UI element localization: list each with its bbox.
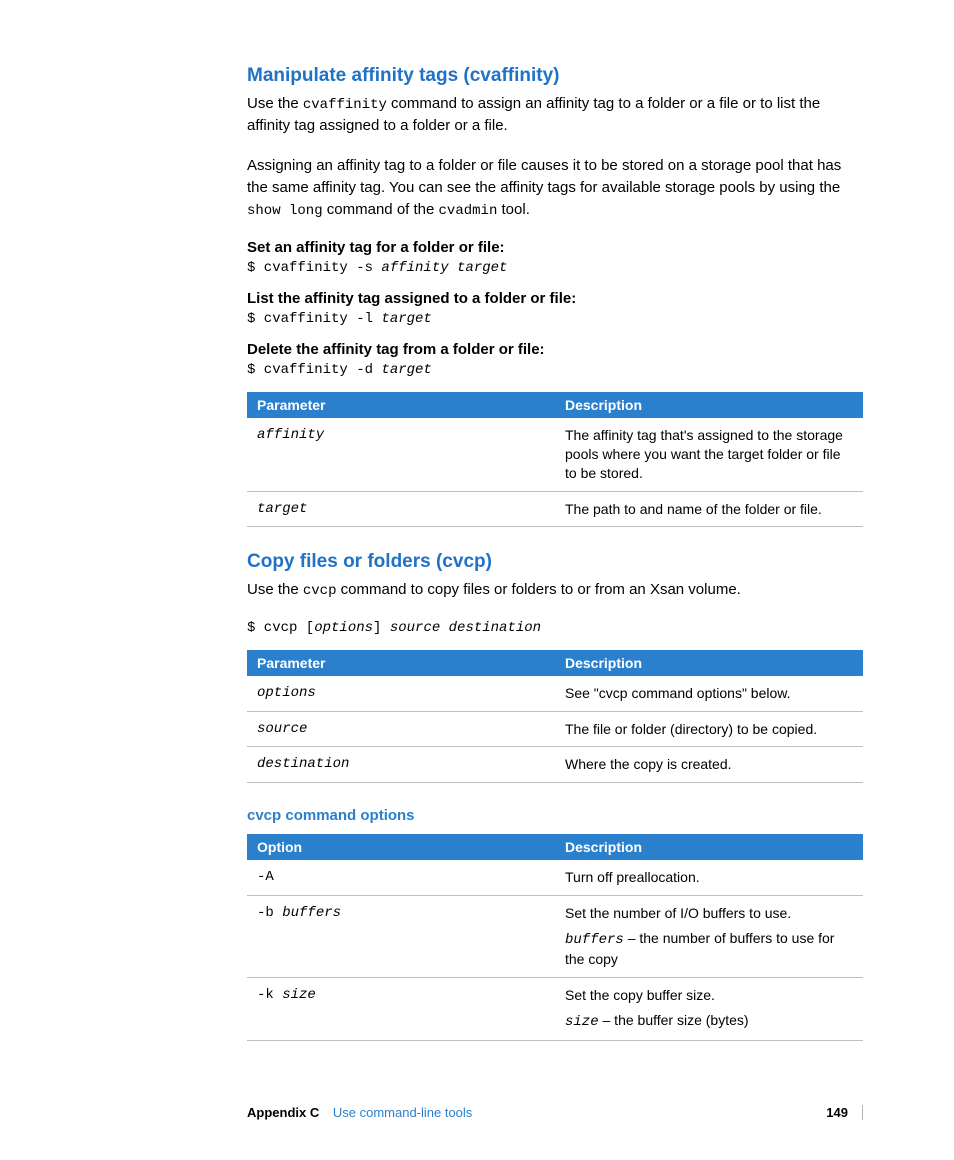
table-cell-desc: See "cvcp command options" below. [555, 676, 863, 711]
cmd-literal: $ cvaffinity -s [247, 260, 381, 276]
page-footer: Appendix C Use command-line tools 149 [0, 1105, 954, 1160]
table-header: Parameter [247, 392, 555, 418]
text: command of the [323, 201, 439, 218]
table-cell-desc: The affinity tag that's assigned to the … [555, 418, 863, 491]
opt-literal: -b [257, 905, 282, 921]
cmd-arg: source destination [390, 620, 541, 636]
table-cvcp-options: Option Description -A Turn off prealloca… [247, 834, 863, 1040]
text: command to copy files or folders to or f… [336, 581, 740, 598]
inline-code: cvcp [303, 583, 337, 599]
table-row: affinity The affinity tag that's assigne… [247, 418, 863, 491]
text: buffers – the number of buffers to use f… [565, 929, 853, 969]
cmd-literal: ] [373, 620, 390, 636]
table-cell-desc: The file or folder (directory) to be cop… [555, 711, 863, 747]
opt-literal: -k [257, 987, 282, 1003]
subheading: Delete the affinity tag from a folder or… [247, 341, 863, 358]
table-row: options See "cvcp command options" below… [247, 676, 863, 711]
inline-code-arg: buffers [565, 932, 624, 948]
paragraph: Use the cvcp command to copy files or fo… [247, 579, 863, 601]
table-cell-option: -b buffers [247, 896, 555, 978]
opt-arg: size [282, 987, 316, 1003]
paragraph: Use the cvaffinity command to assign an … [247, 93, 863, 137]
command-line: $ cvcp [options] source destination [247, 620, 863, 636]
table-header: Description [555, 650, 863, 676]
command-line: $ cvaffinity -s affinity target [247, 260, 863, 276]
table-row: target The path to and name of the folde… [247, 491, 863, 527]
cmd-literal: $ cvaffinity -d [247, 362, 381, 378]
text: Assigning an affinity tag to a folder or… [247, 157, 841, 196]
heading-cvcp: Copy files or folders (cvcp) [247, 551, 863, 573]
table-cell-param: options [247, 676, 555, 711]
inline-code: cvaffinity [303, 97, 387, 113]
text: tool. [497, 201, 530, 218]
table-header-row: Parameter Description [247, 650, 863, 676]
subheading: List the affinity tag assigned to a fold… [247, 290, 863, 307]
cmd-arg: target [381, 311, 431, 327]
footer-line: Appendix C Use command-line tools 149 [247, 1105, 863, 1120]
footer-left: Appendix C Use command-line tools [247, 1105, 472, 1120]
table-cell-desc: Where the copy is created. [555, 747, 863, 783]
cmd-arg: options [314, 620, 373, 636]
table-row: -k size Set the copy buffer size. size –… [247, 977, 863, 1040]
table-header-row: Option Description [247, 834, 863, 860]
text: – the buffer size (bytes) [599, 1012, 749, 1028]
table-cell-desc: Set the copy buffer size. size – the buf… [555, 977, 863, 1040]
cmd-arg: affinity target [381, 260, 507, 276]
table-cell-param: destination [247, 747, 555, 783]
heading-cvaffinity: Manipulate affinity tags (cvaffinity) [247, 65, 863, 87]
table-cell-option: -k size [247, 977, 555, 1040]
inline-code: show long [247, 203, 323, 219]
inline-code-arg: size [565, 1014, 599, 1030]
inline-code: cvadmin [439, 203, 498, 219]
footer-right: 149 [812, 1105, 848, 1120]
paragraph: Assigning an affinity tag to a folder or… [247, 155, 863, 221]
subheading-cvcp-options: cvcp command options [247, 807, 863, 824]
text: size – the buffer size (bytes) [565, 1011, 853, 1032]
table-cell-param: affinity [247, 418, 555, 491]
table-row: source The file or folder (directory) to… [247, 711, 863, 747]
table-cell-param: target [247, 491, 555, 527]
table-cell-desc: Turn off preallocation. [555, 860, 863, 895]
table-cell-desc: The path to and name of the folder or fi… [555, 491, 863, 527]
table-header: Option [247, 834, 555, 860]
page-number: 149 [826, 1105, 848, 1120]
table-header-row: Parameter Description [247, 392, 863, 418]
text: Set the number of I/O buffers to use. [565, 904, 853, 923]
table-cell-param: source [247, 711, 555, 747]
command-line: $ cvaffinity -d target [247, 362, 863, 378]
table-header: Description [555, 392, 863, 418]
chapter-title: Use command-line tools [333, 1105, 472, 1120]
table-cvaffinity-params: Parameter Description affinity The affin… [247, 392, 863, 528]
opt-arg: buffers [282, 905, 341, 921]
table-row: -A Turn off preallocation. [247, 860, 863, 895]
table-cell-option: -A [247, 860, 555, 895]
subheading: Set an affinity tag for a folder or file… [247, 239, 863, 256]
command-line: $ cvaffinity -l target [247, 311, 863, 327]
table-header: Parameter [247, 650, 555, 676]
table-cvcp-params: Parameter Description options See "cvcp … [247, 650, 863, 784]
cmd-literal: $ cvaffinity -l [247, 311, 381, 327]
text: Set the copy buffer size. [565, 986, 853, 1005]
cmd-arg: target [381, 362, 431, 378]
page-content: Manipulate affinity tags (cvaffinity) Us… [0, 0, 954, 1105]
text: Use the [247, 581, 303, 598]
table-header: Description [555, 834, 863, 860]
text: Use the [247, 95, 303, 112]
cmd-literal: $ cvcp [ [247, 620, 314, 636]
appendix-label: Appendix C [247, 1105, 319, 1120]
table-cell-desc: Set the number of I/O buffers to use. bu… [555, 896, 863, 978]
table-row: -b buffers Set the number of I/O buffers… [247, 896, 863, 978]
table-row: destination Where the copy is created. [247, 747, 863, 783]
